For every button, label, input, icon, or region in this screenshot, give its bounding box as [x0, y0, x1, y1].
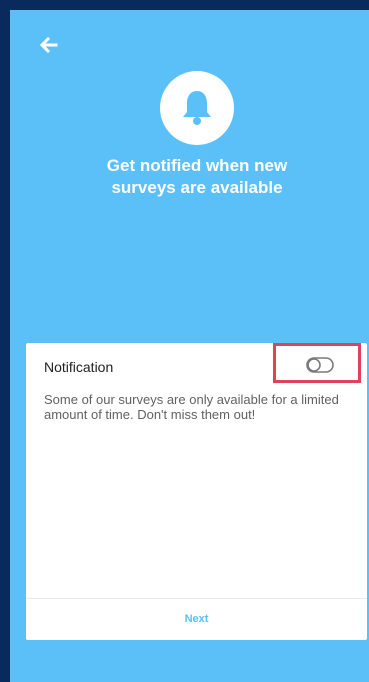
page-title: Get notified when new surveys are availa…: [10, 155, 369, 199]
headline-line-1: Get notified when new: [106, 156, 288, 175]
bell-icon: [183, 91, 211, 125]
arrow-left-icon: [39, 36, 58, 54]
notification-card: Notification Some of our surveys are onl…: [26, 343, 367, 640]
card-description: Some of our surveys are only available f…: [44, 392, 339, 422]
back-button[interactable]: [36, 32, 62, 58]
bell-badge: [160, 71, 234, 145]
outer-frame: [0, 0, 10, 682]
next-button[interactable]: Next: [26, 599, 367, 640]
headline-line-2: surveys are available: [111, 178, 283, 197]
app-screen: Get notified when new surveys are availa…: [10, 10, 369, 682]
notification-toggle[interactable]: [306, 357, 334, 373]
toggle-off-icon: [306, 357, 334, 373]
card-title: Notification: [44, 359, 114, 375]
